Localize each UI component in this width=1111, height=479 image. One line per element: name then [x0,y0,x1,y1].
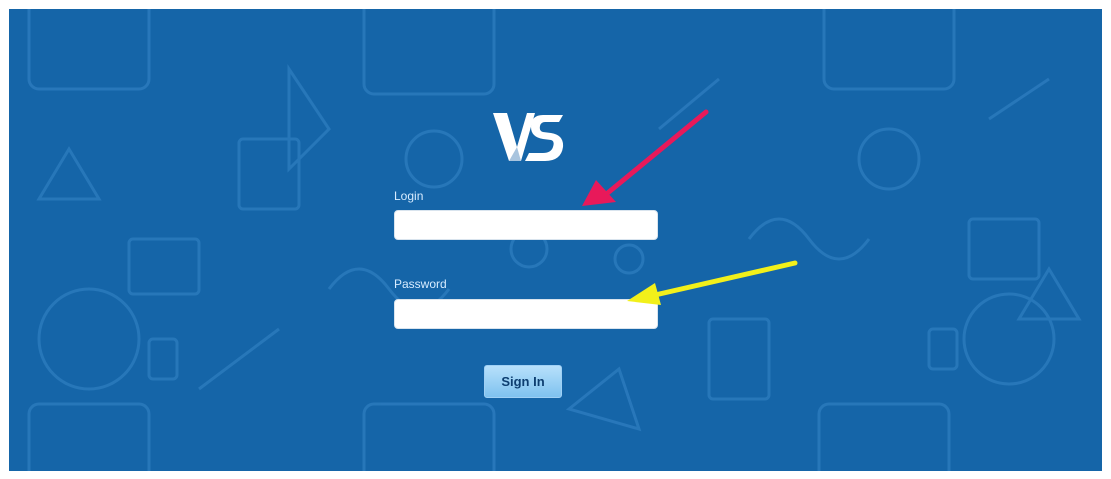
annotation-arrow-password [627,260,798,305]
sign-in-button[interactable]: Sign In [484,365,562,398]
annotation-arrow-login [582,109,709,206]
vs-logo [493,113,564,161]
login-input[interactable] [394,210,658,240]
password-input[interactable] [394,299,658,329]
school-doodle-background [27,9,1082,471]
password-label: Password [394,277,447,291]
login-screen: Login Password Sign In [9,9,1102,471]
login-label: Login [394,189,424,203]
